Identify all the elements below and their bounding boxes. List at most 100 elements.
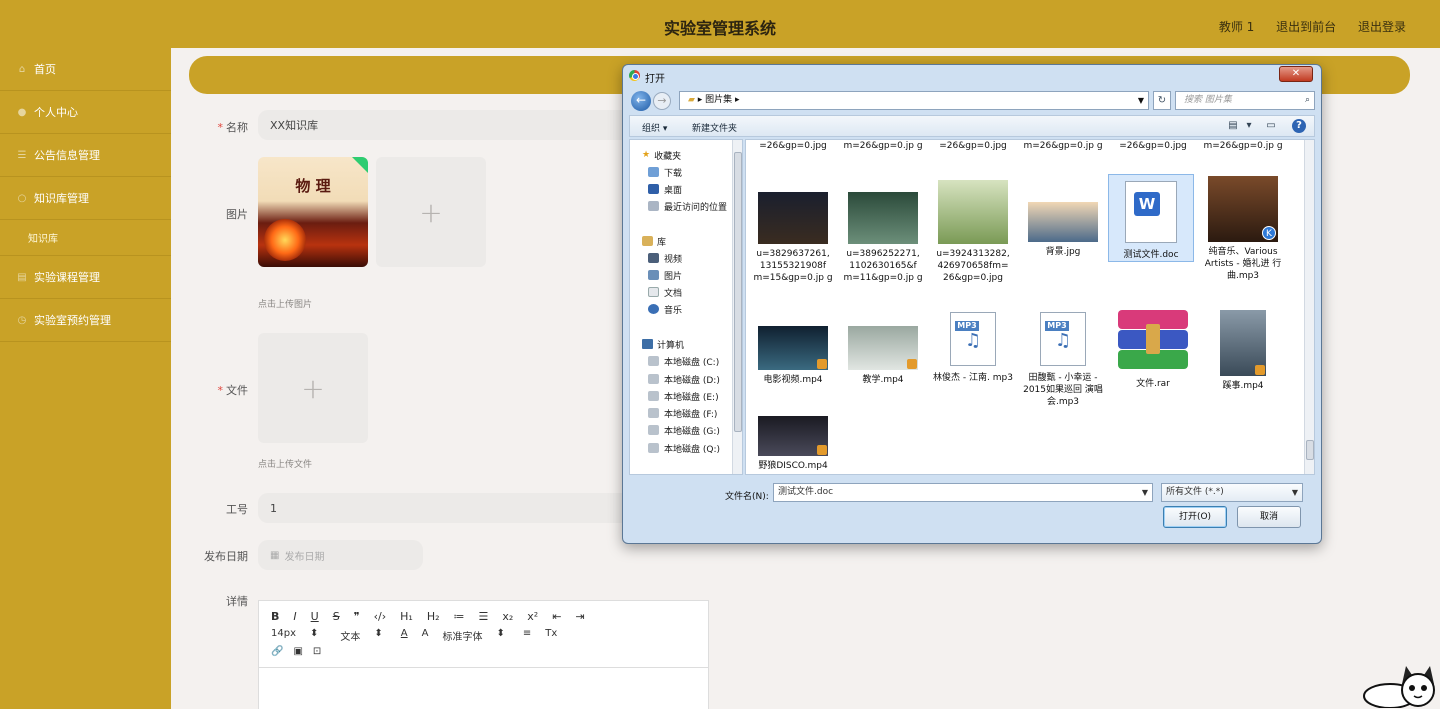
indent-button[interactable]: ⇥ <box>575 610 584 623</box>
file-item[interactable]: =26&gp=0.jpg <box>750 140 836 152</box>
search-input[interactable]: 搜索 图片集 ⌕ <box>1175 91 1315 110</box>
uploaded-image-thumbnail[interactable]: 物 理 <box>258 157 368 267</box>
file-item[interactable]: u=3896252271, 1102630165&f m=11&gp=0.jp … <box>840 192 926 284</box>
image-upload-button[interactable]: + <box>376 157 486 267</box>
file-item[interactable]: =26&gp=0.jpg <box>1110 140 1196 152</box>
header-logout-link[interactable]: 退出登录 <box>1358 20 1406 34</box>
bullet-list-button[interactable]: ☰ <box>479 610 489 623</box>
font-color-button[interactable]: A <box>401 628 408 643</box>
organize-menu[interactable]: 组织 ▾ <box>642 121 667 134</box>
code-button[interactable]: ‹/› <box>374 610 387 623</box>
file-item[interactable]: MP3 ♫ 林俊杰 - 江南. mp3 <box>930 312 1016 384</box>
bold-button[interactable]: B <box>271 610 279 623</box>
video-icon[interactable]: ⊡ <box>313 646 321 657</box>
file-item[interactable]: u=3829637261, 13155321908f m=15&gp=0.jp … <box>750 192 836 284</box>
superscript-button[interactable]: x² <box>527 610 538 623</box>
nav-computer[interactable]: 计算机 <box>642 337 684 351</box>
subscript-button[interactable]: x₂ <box>502 610 513 623</box>
file-item[interactable]: 教学.mp4 <box>840 326 926 386</box>
view-icon[interactable]: ▤ <box>1226 119 1240 133</box>
sidebar-item-course[interactable]: ▤ 实验课程管理 <box>0 256 171 299</box>
preview-pane-icon[interactable]: ▭ <box>1264 119 1278 133</box>
file-list-scrollbar-thumb[interactable] <box>1306 440 1314 460</box>
file-item[interactable]: 背景.jpg <box>1020 202 1106 258</box>
file-item[interactable]: 蹊事.mp4 <box>1200 310 1286 392</box>
chevron-down-icon[interactable]: ▼ <box>1138 92 1144 109</box>
file-item[interactable]: m=26&gp=0.jp g <box>1200 140 1286 152</box>
file-item[interactable]: 电影视频.mp4 <box>750 326 836 386</box>
sidebar-item-knowledge[interactable]: ○ 知识库管理 <box>0 177 171 220</box>
name-input[interactable]: XX知识库 <box>258 110 638 140</box>
nav-item-recent[interactable]: 最近访问的位置 <box>648 199 727 213</box>
filetype-select[interactable]: 所有文件 (*.*) ▼ <box>1161 483 1303 502</box>
file-list-scrollbar[interactable] <box>1304 140 1314 474</box>
nav-scrollbar-thumb[interactable] <box>734 152 742 432</box>
new-folder-button[interactable]: 新建文件夹 <box>692 121 737 134</box>
chevron-updown-icon: ⬍ <box>496 628 505 639</box>
rich-text-editor[interactable]: B I U S ❞ ‹/› H₁ H₂ ≔ ☰ x₂ x² ⇤ ⇥ 14px ⬍… <box>258 600 709 709</box>
nav-item-downloads[interactable]: 下载 <box>648 165 682 179</box>
file-item[interactable]: =26&gp=0.jpg <box>930 140 1016 152</box>
nav-drive-e[interactable]: 本地磁盘 (E:) <box>648 389 719 403</box>
filename-input[interactable]: 测试文件.doc ▼ <box>773 483 1153 502</box>
nav-favorites[interactable]: ★ 收藏夹 <box>642 148 681 162</box>
chevron-down-icon[interactable]: ▾ <box>1242 119 1256 133</box>
ordered-list-button[interactable]: ≔ <box>454 610 465 623</box>
header-user-link[interactable]: 教师 1 <box>1219 20 1254 34</box>
help-icon[interactable]: ? <box>1292 119 1306 133</box>
file-item[interactable]: 文件.rar <box>1110 310 1196 390</box>
sidebar-item-home[interactable]: ⌂ 首页 <box>0 48 171 91</box>
nav-item-documents[interactable]: 文档 <box>648 285 682 299</box>
clear-format-button[interactable]: Tx <box>545 628 557 643</box>
chevron-down-icon[interactable]: ▼ <box>1142 484 1148 501</box>
nav-item-desktop[interactable]: 桌面 <box>648 182 682 196</box>
sidebar-subitem-knowledge[interactable]: 知识库 <box>0 220 171 256</box>
file-item[interactable]: u=3924313282, 426970658fm= 26&gp=0.jpg <box>930 180 1016 284</box>
nav-item-pictures[interactable]: 图片 <box>648 268 682 282</box>
job-input[interactable]: 1 <box>258 493 638 523</box>
link-icon[interactable]: 🔗 <box>271 646 283 657</box>
forward-button[interactable]: → <box>653 92 671 110</box>
file-item[interactable]: MP3 ♫ 田馥甄 - 小幸运 - 2015如果巡回 演唱会.mp3 <box>1020 312 1106 408</box>
file-item-selected[interactable]: W 测试文件.doc <box>1108 174 1194 262</box>
nav-drive-c[interactable]: 本地磁盘 (C:) <box>648 354 719 368</box>
sidebar-item-notice[interactable]: ☰ 公告信息管理 <box>0 134 171 177</box>
image-icon[interactable]: ▣ <box>293 646 302 657</box>
file-item[interactable]: m=26&gp=0.jp g <box>1020 140 1106 152</box>
italic-button[interactable]: I <box>293 610 296 623</box>
nav-library[interactable]: 库 <box>642 234 666 248</box>
strike-button[interactable]: S <box>333 610 340 623</box>
h1-button[interactable]: H₁ <box>400 610 413 623</box>
nav-item-music[interactable]: 音乐 <box>648 302 682 316</box>
quote-button[interactable]: ❞ <box>354 610 360 623</box>
underline-button[interactable]: U <box>311 610 319 623</box>
cancel-button[interactable]: 取消 <box>1237 506 1301 528</box>
open-button[interactable]: 打开(O) <box>1163 506 1227 528</box>
nav-drive-q[interactable]: 本地磁盘 (Q:) <box>648 441 720 455</box>
file-item[interactable]: K 纯音乐、Various Artists - 婚礼进 行曲.mp3 <box>1200 176 1286 282</box>
h2-button[interactable]: H₂ <box>427 610 440 623</box>
nav-item-videos[interactable]: 视频 <box>648 251 682 265</box>
back-button[interactable]: ← <box>631 91 651 111</box>
header-frontend-link[interactable]: 退出到前台 <box>1276 20 1336 34</box>
font-family-select[interactable]: 标准字体 <box>442 628 482 643</box>
file-item[interactable]: m=26&gp=0.jp g <box>840 140 926 152</box>
sidebar-item-booking[interactable]: ◷ 实验室预约管理 <box>0 299 171 342</box>
sidebar-item-profile[interactable]: ● 个人中心 <box>0 91 171 134</box>
background-color-button[interactable]: A <box>422 628 429 643</box>
nav-drive-g[interactable]: 本地磁盘 (G:) <box>648 423 720 437</box>
outdent-button[interactable]: ⇤ <box>552 610 561 623</box>
align-button[interactable]: ≡ <box>523 628 531 643</box>
address-bar[interactable]: ▰ ▸ 图片集 ▸ ▼ <box>679 91 1149 110</box>
heading-select[interactable]: 文本 <box>340 628 360 643</box>
refresh-button[interactable]: ↻ <box>1153 91 1171 110</box>
nav-drive-d[interactable]: 本地磁盘 (D:) <box>648 372 720 386</box>
detail-label: 详情 <box>226 595 248 608</box>
close-button[interactable]: ✕ <box>1279 66 1313 82</box>
file-item[interactable]: 野狼DISCO.mp4 <box>750 416 836 472</box>
date-input[interactable]: ▦ 发布日期 <box>258 540 423 570</box>
font-size-select[interactable]: 14px <box>271 628 296 643</box>
nav-drive-f[interactable]: 本地磁盘 (F:) <box>648 406 717 420</box>
nav-scrollbar[interactable] <box>732 140 742 474</box>
file-upload-button[interactable]: + <box>258 333 368 443</box>
